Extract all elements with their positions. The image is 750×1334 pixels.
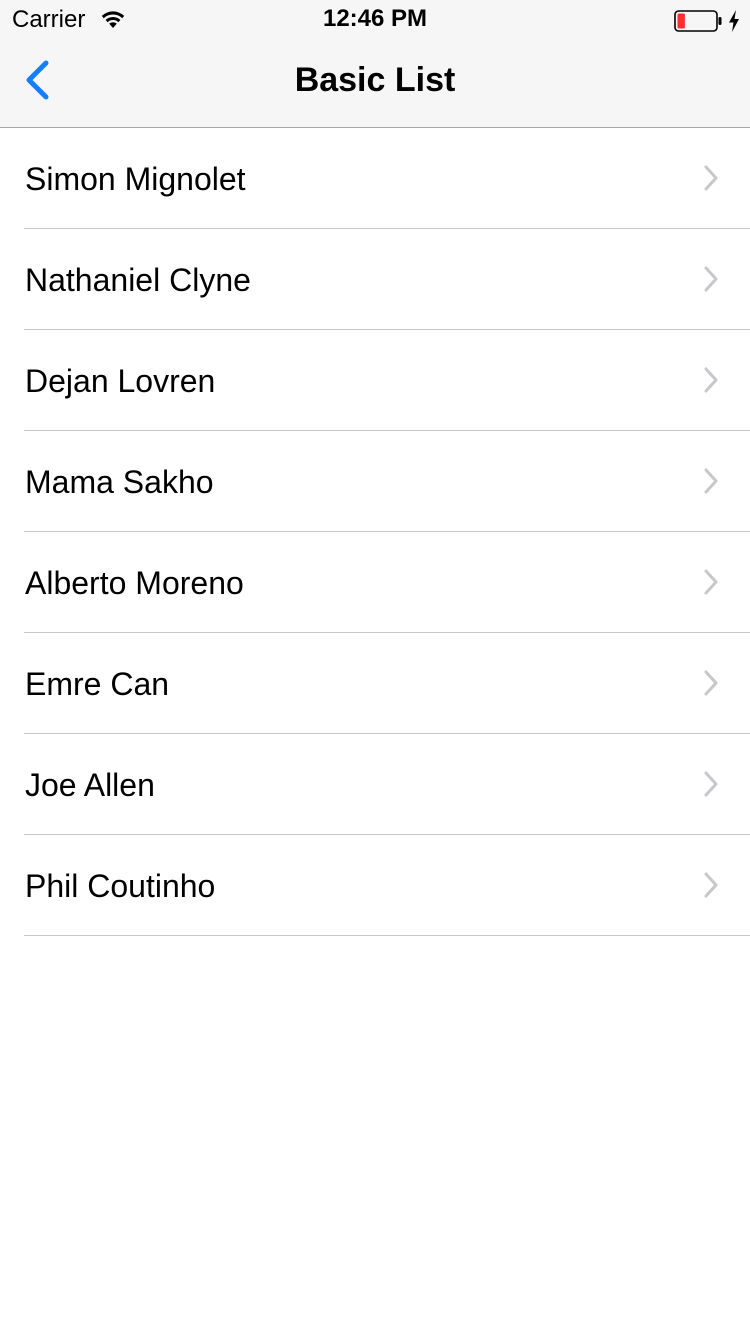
chevron-right-icon — [704, 468, 718, 494]
list-item[interactable]: Joe Allen — [0, 734, 750, 835]
list-item[interactable]: Emre Can — [0, 633, 750, 734]
chevron-right-icon — [704, 367, 718, 393]
navigation-bar: Basic List — [0, 40, 750, 128]
screen: Carrier 12:46 PM Basic List Simon Mignol… — [0, 0, 750, 1334]
chevron-right-icon — [704, 266, 718, 292]
list-item[interactable]: Dejan Lovren — [0, 330, 750, 431]
chevron-right-icon — [704, 569, 718, 595]
list-item-label: Joe Allen — [25, 767, 155, 803]
list-item[interactable]: Alberto Moreno — [0, 532, 750, 633]
charging-bolt-icon — [729, 10, 739, 32]
top-chrome: Carrier 12:46 PM Basic List — [0, 0, 750, 128]
chevron-right-icon — [704, 165, 718, 191]
list-item-label: Emre Can — [25, 666, 170, 702]
status-time: 12:46 PM — [322, 5, 428, 32]
player-list: Simon Mignolet Nathaniel Clyne Dejan Lovre… — [0, 128, 750, 936]
list-item[interactable]: Phil Coutinho — [0, 835, 750, 936]
battery-level-fill — [677, 13, 685, 29]
chevron-right-icon — [704, 872, 718, 898]
list-item-label: Mama Sakho — [25, 464, 214, 500]
list-item-label: Alberto Moreno — [25, 565, 244, 601]
list-item-label: Phil Coutinho — [25, 868, 216, 904]
list-item-label: Nathaniel Clyne — [25, 262, 251, 298]
list-item[interactable]: Simon Mignolet — [0, 128, 750, 229]
list-item[interactable]: Mama Sakho — [0, 431, 750, 532]
chevron-right-icon — [704, 771, 718, 797]
status-bar: Carrier 12:46 PM — [0, 0, 750, 40]
chevron-right-icon — [704, 670, 718, 696]
page-title: Basic List — [294, 61, 456, 99]
list-item-label: Simon Mignolet — [25, 161, 246, 197]
battery-icon — [674, 10, 722, 32]
row-separator — [24, 935, 750, 936]
list-item[interactable]: Nathaniel Clyne — [0, 229, 750, 330]
list-item-label: Dejan Lovren — [25, 363, 216, 399]
